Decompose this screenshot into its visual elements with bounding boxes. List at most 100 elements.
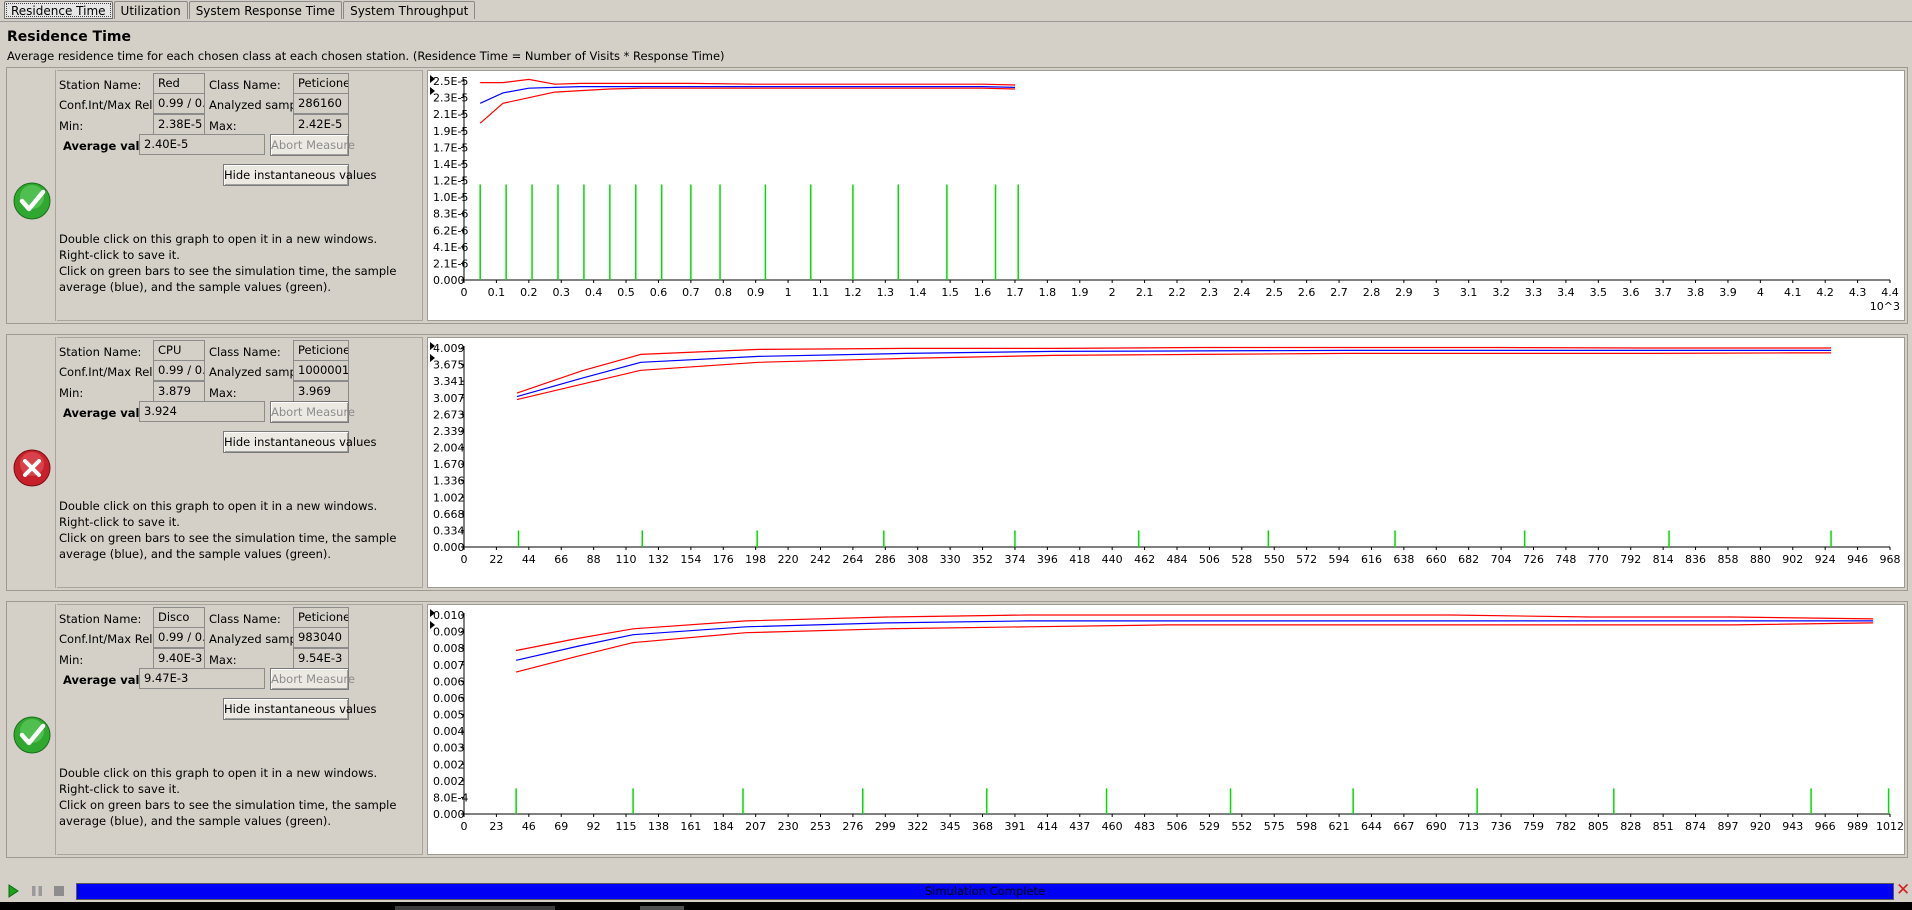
station-name-field: CPU (153, 340, 205, 361)
x-tick-label: 23 (489, 820, 503, 833)
y-tick-label: 2.339 (433, 425, 465, 438)
x-tick-label: 2.6 (1298, 286, 1316, 299)
x-tick-label: 0.7 (682, 286, 700, 299)
close-icon[interactable]: ✕ (1896, 882, 1910, 899)
lower-bound-line (515, 622, 1874, 673)
min-label: Min: (59, 386, 84, 400)
x-tick-label: 46 (522, 820, 536, 833)
y-tick-label: 0.004 (433, 725, 465, 738)
x-tick-label: 0.2 (520, 286, 538, 299)
y-tick-label: 1.7E-5 (433, 141, 468, 154)
x-tick-label: 1.8 (1039, 286, 1057, 299)
x-tick-label: 897 (1717, 820, 1738, 833)
x-tick-label: 3 (1433, 286, 1440, 299)
simulation-control-bar: Simulation Complete ✕ (0, 880, 1912, 902)
x-tick-label: 851 (1653, 820, 1674, 833)
taskbar-segment (640, 906, 684, 910)
chart-svg[interactable]: 0.0000.3340.6681.0021.3361.6702.0042.339… (428, 338, 1904, 587)
x-tick-label: 1.7 (1006, 286, 1024, 299)
x-tick-label: 690 (1426, 820, 1447, 833)
station-name-label: Station Name: (59, 612, 142, 626)
x-tick-label: 3.2 (1492, 286, 1510, 299)
max-label: Max: (209, 119, 237, 133)
help-line: Right-click to save it. (59, 782, 180, 796)
x-tick-label: 2.2 (1168, 286, 1186, 299)
help-line: Click on green bars to see the simulatio… (59, 798, 397, 828)
x-tick-label: 0.4 (585, 286, 603, 299)
x-tick-label: 110 (616, 553, 637, 566)
x-tick-label: 286 (875, 553, 896, 566)
x-tick-label: 2.4 (1233, 286, 1251, 299)
y-tick-label: 0.005 (433, 709, 465, 722)
tab-system-throughput[interactable]: System Throughput (343, 1, 476, 19)
x-tick-label: 69 (554, 820, 568, 833)
x-tick-label: 506 (1167, 820, 1188, 833)
graph-help-text: Double click on this graph to open it in… (59, 231, 419, 295)
x-tick-label: 0.1 (488, 286, 506, 299)
x-tick-label: 138 (648, 820, 669, 833)
x-tick-label: 828 (1620, 820, 1641, 833)
conf-int-field: 0.99 / 0.01 (153, 627, 205, 648)
class-name-label: Class Name: (209, 612, 281, 626)
status-column (9, 604, 56, 855)
x-tick-label: 968 (1880, 553, 1901, 566)
x-tick-label: 0 (461, 553, 468, 566)
check-icon (13, 716, 51, 754)
x-tick-label: 437 (1069, 820, 1090, 833)
chart-svg[interactable]: 0.0008.0E-40.0020.0020.0030.0040.0050.00… (428, 605, 1904, 854)
chart-svg[interactable]: 0.0002.1E-64.1E-66.2E-68.3E-61.0E-51.2E-… (428, 71, 1904, 320)
x-tick-label: 660 (1426, 553, 1447, 566)
conf-int-field: 0.99 / 0.01 (153, 93, 205, 114)
x-tick-label: 3.3 (1525, 286, 1543, 299)
mean-line (516, 349, 1832, 398)
class-name-field: Peticiones (293, 73, 349, 94)
x-tick-label: 308 (907, 553, 928, 566)
x-tick-label: 0 (461, 820, 468, 833)
taskbar-strip (0, 902, 1912, 910)
x-tick-label: 782 (1555, 820, 1576, 833)
residence-time-graph[interactable]: 0.000 8.0E-4 0.002 0.002 0.003 0.004 0.005 0.00… (427, 604, 1905, 855)
x-tick-label: 440 (1102, 553, 1123, 566)
x-tick-label: 4.1 (1784, 286, 1802, 299)
x-tick-label: 0.9 (747, 286, 765, 299)
x-tick-label: 1.1 (812, 286, 830, 299)
x-tick-label: 4.3 (1849, 286, 1867, 299)
station-name-label: Station Name: (59, 78, 142, 92)
residence-time-graph[interactable]: 0.000 0.334 0.668 1.002 1.336 1.670 2.004 2.339… (427, 337, 1905, 588)
y-tick-label: 1.336 (433, 475, 465, 488)
residence-time-graph[interactable]: 0.000 2.1E-6 4.1E-6 6.2E-6 8.3E-6 1.0E-5 1.2E-… (427, 70, 1905, 321)
hide-instantaneous-button[interactable]: Hide instantaneous values (223, 698, 377, 720)
pause-icon[interactable] (30, 884, 44, 898)
x-tick-label: 330 (940, 553, 961, 566)
x-tick-label: 2.8 (1363, 286, 1381, 299)
hide-instantaneous-button[interactable]: Hide instantaneous values (223, 431, 377, 453)
x-tick-label: 874 (1685, 820, 1706, 833)
abort-measure-button[interactable]: Abort Measure (270, 668, 355, 690)
x-tick-label: 528 (1231, 553, 1252, 566)
abort-measure-button[interactable]: Abort Measure (270, 401, 355, 423)
hide-instantaneous-button[interactable]: Hide instantaneous values (223, 164, 377, 186)
help-line: Double click on this graph to open it in… (59, 499, 378, 513)
x-tick-label: 253 (810, 820, 831, 833)
x-tick-label: 1 (785, 286, 792, 299)
y-tick-label: 0.008 (433, 642, 465, 655)
tab-system-response-time[interactable]: System Response Time (188, 1, 343, 19)
x-tick-label: 1012 (1876, 820, 1904, 833)
y-tick-label: 2.1E-5 (433, 108, 468, 121)
tab-utilization[interactable]: Utilization (113, 1, 188, 19)
average-value-field: 3.924 (139, 401, 265, 422)
x-tick-label: 2.3 (1201, 286, 1219, 299)
x-tick-label: 759 (1523, 820, 1544, 833)
class-name-field: Peticiones (293, 340, 349, 361)
x-tick-label: 44 (522, 553, 536, 566)
stop-icon[interactable] (52, 884, 66, 898)
y-tick-label: 1.0E-5 (433, 191, 468, 204)
x-tick-label: 1.3 (877, 286, 895, 299)
min-label: Min: (59, 653, 84, 667)
play-icon[interactable] (6, 884, 20, 898)
tab-residence-time[interactable]: Residence Time (4, 1, 113, 19)
y-tick-label: 1.670 (433, 458, 465, 471)
x-tick-label: 946 (1847, 553, 1868, 566)
abort-measure-button[interactable]: Abort Measure (270, 134, 355, 156)
analyzed-samples-field: 1000001 (293, 360, 349, 381)
